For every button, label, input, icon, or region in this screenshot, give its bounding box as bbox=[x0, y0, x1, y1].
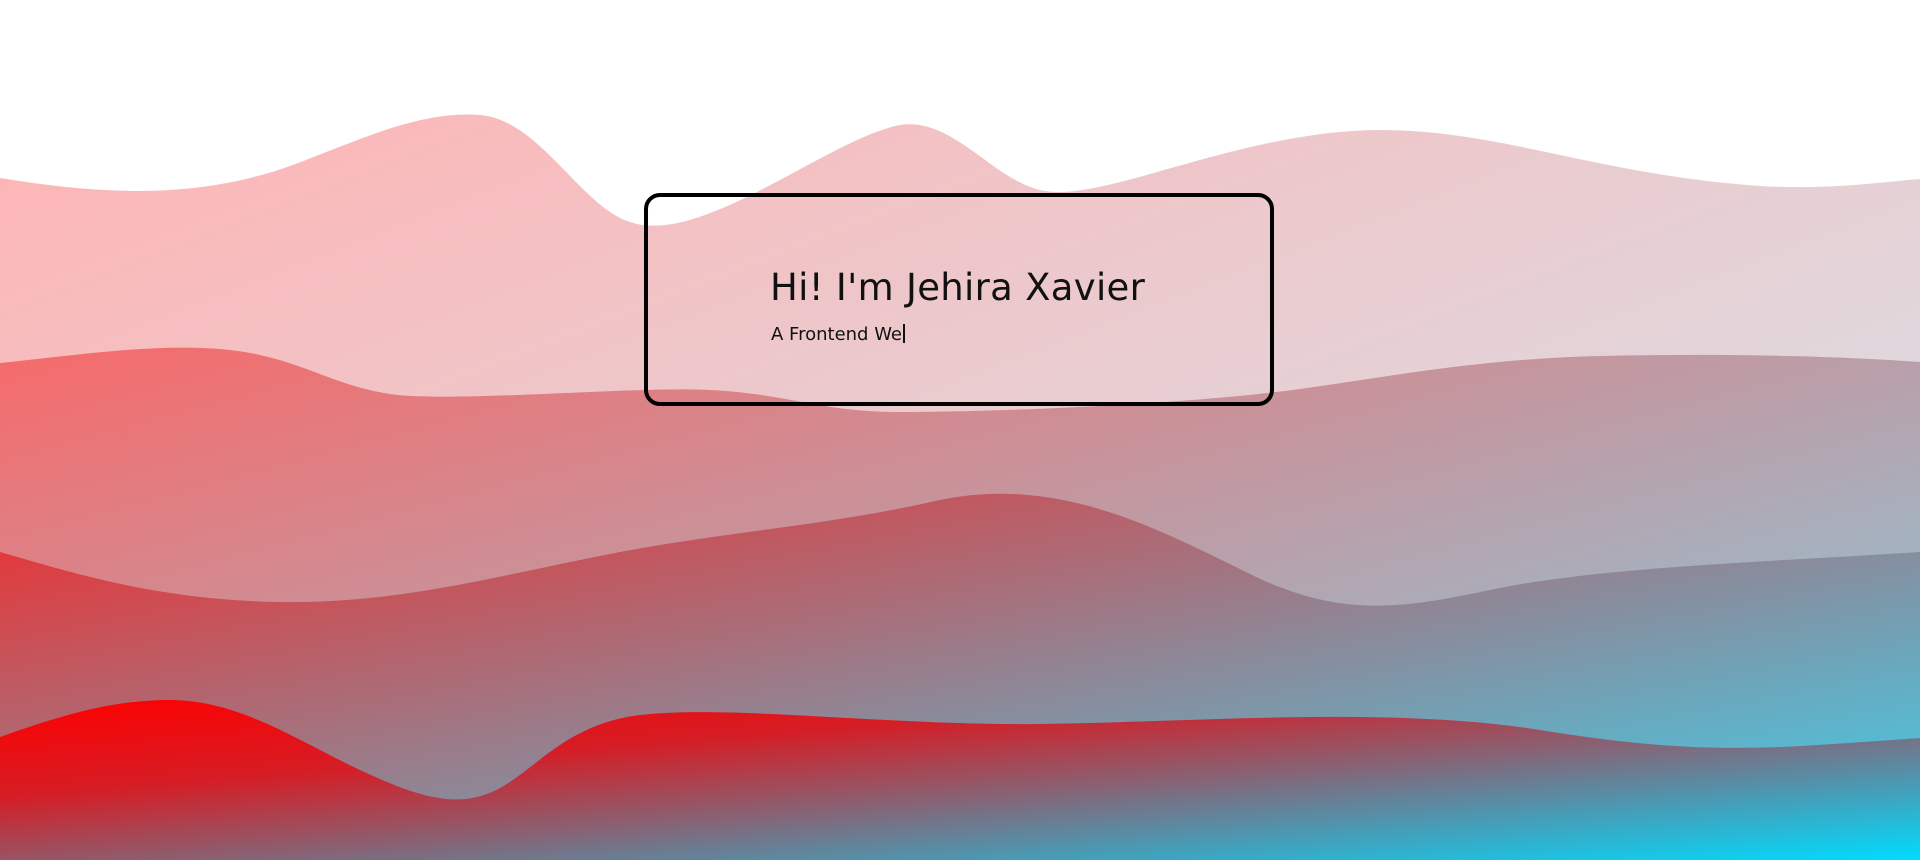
hero-title: Hi! I'm Jehira Xavier bbox=[770, 266, 1146, 309]
text-caret-icon bbox=[903, 324, 906, 343]
hero-section: Hi! I'm Jehira Xavier A Frontend We bbox=[0, 0, 1920, 860]
hero-subtitle: A Frontend We bbox=[771, 324, 906, 345]
intro-card: Hi! I'm Jehira Xavier A Frontend We bbox=[644, 193, 1274, 406]
wave-background bbox=[0, 114, 1920, 860]
hero-subtitle-text: A Frontend We bbox=[771, 324, 903, 345]
